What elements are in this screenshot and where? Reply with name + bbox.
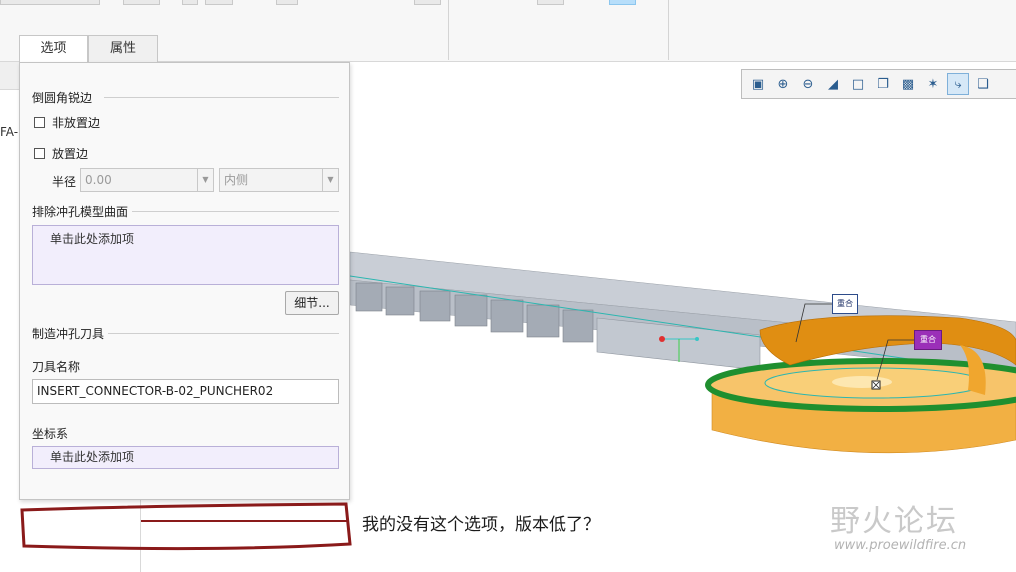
model-tree-item[interactable]: FA- [0, 125, 18, 139]
csys-collector[interactable]: 单击此处添加项 [32, 446, 339, 469]
exclude-surfaces-collector[interactable]: 单击此处添加项 [32, 225, 339, 285]
ribbon-button-stub[interactable] [205, 0, 233, 5]
csys-point [695, 337, 699, 341]
watermark-logo-text: 野火论坛 [830, 504, 958, 539]
chevron-down-icon: ▼ [322, 169, 338, 191]
annotation-text: 我的没有这个选项，版本低了？ [362, 515, 600, 535]
zoom-in-icon[interactable]: ⊕ [772, 73, 794, 95]
section-sharp-edges: 倒圆角锐边 [32, 89, 339, 105]
annotation-box [20, 502, 352, 551]
section-exclude-surfaces: 排除冲孔模型曲面 [32, 203, 339, 219]
forum-watermark: 野火论坛 www.proewildfire.cn [830, 496, 966, 553]
section-punch-tool-title: 制造冲孔刀具 [32, 326, 105, 341]
checkbox-placement-edge[interactable]: 放置边 [34, 145, 88, 162]
checkbox-label: 放置边 [52, 147, 89, 161]
ribbon-button-stub[interactable] [123, 0, 160, 5]
ribbon-field-stub[interactable] [0, 0, 100, 5]
checkbox-label: 非放置边 [52, 116, 101, 130]
zoom-fit-icon[interactable]: ▣ [747, 73, 769, 95]
constraint-tag[interactable]: 重合 [832, 294, 858, 314]
ribbon-button-stub[interactable] [276, 0, 298, 5]
ribbon-separator [668, 0, 669, 60]
checkbox-box[interactable] [34, 148, 45, 159]
tab-properties[interactable]: 属性 [88, 35, 158, 62]
section-divider [108, 333, 339, 334]
csys-origin [659, 336, 665, 342]
section-divider [132, 211, 339, 212]
repaint-icon[interactable]: ◢ [822, 73, 844, 95]
checkbox-non-placement-edge[interactable]: 非放置边 [34, 114, 100, 131]
datum-display-icon[interactable]: ✶ [922, 73, 944, 95]
spin-center-icon[interactable]: ⤷ [947, 73, 969, 95]
csys-label: 坐标系 [32, 427, 69, 441]
radius-label: 半径 [52, 175, 77, 189]
cylinder-center [832, 376, 892, 388]
side-value: 内侧 [224, 173, 249, 187]
chevron-down-icon: ▼ [197, 169, 213, 191]
ribbon-button-stub[interactable] [182, 0, 198, 5]
tool-name-label: 刀具名称 [32, 360, 81, 374]
view-manager-icon[interactable]: ▩ [897, 73, 919, 95]
collector-hint: 单击此处添加项 [50, 232, 135, 246]
ribbon-button-stub[interactable] [537, 0, 564, 5]
ribbon-separator [448, 0, 449, 60]
view-toolbar: ▣ ⊕ ⊖ ◢ □ ❐ ▩ ✶ ⤷ ❑ [741, 69, 1016, 99]
ribbon-button-stub-active[interactable] [609, 0, 636, 5]
display-style-icon[interactable]: □ [847, 73, 869, 95]
zoom-out-icon[interactable]: ⊖ [797, 73, 819, 95]
constraint-tag-selected[interactable]: 重合 [914, 330, 942, 350]
section-exclude-title: 排除冲孔模型曲面 [32, 204, 129, 219]
collector-hint: 单击此处添加项 [50, 450, 135, 464]
radius-combo: 0.00 ▼ [80, 168, 214, 192]
saved-views-icon[interactable]: ❐ [872, 73, 894, 95]
annotation-display-icon[interactable]: ❑ [972, 73, 994, 95]
tool-name-field[interactable]: INSERT_CONNECTOR-B-02_PUNCHER02 [32, 379, 339, 404]
side-combo: 内侧 ▼ [219, 168, 339, 192]
section-divider [104, 97, 339, 98]
radius-value: 0.00 [85, 173, 112, 187]
watermark-url: www.proewildfire.cn [834, 538, 967, 553]
options-panel: 倒圆角锐边 非放置边 放置边 半径 0.00 ▼ 内侧 ▼ 排除冲孔模型曲面 单… [19, 62, 350, 500]
section-punch-tool: 制造冲孔刀具 [32, 325, 339, 341]
ribbon-button-stub[interactable] [414, 0, 441, 5]
checkbox-box[interactable] [34, 117, 45, 128]
section-sharp-edges-title: 倒圆角锐边 [32, 90, 93, 105]
details-button[interactable]: 细节... [285, 291, 339, 315]
tab-options[interactable]: 选项 [19, 35, 88, 63]
